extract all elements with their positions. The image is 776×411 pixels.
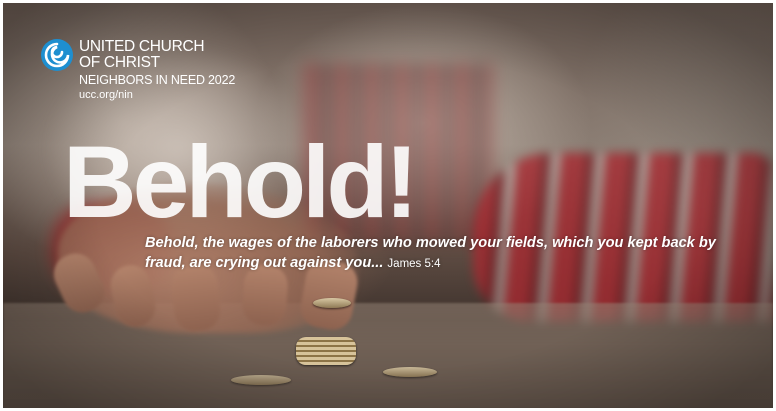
scripture-verse: Behold, the wages of the laborers who mo…	[145, 233, 745, 274]
org-name-line2: OF CHRIST	[79, 53, 160, 71]
org-name-line1: UNITED CHURCH	[79, 38, 205, 55]
verse-citation: James 5:4	[387, 258, 441, 270]
campaign-name: NEIGHBORS IN NEED 2022	[79, 73, 236, 87]
headline: Behold!	[63, 125, 419, 239]
ucc-logo: UNITED CHURCH OF CHRIST NEIGHBORS IN NEE…	[41, 39, 235, 101]
campaign-url: ucc.org/nin	[79, 88, 133, 101]
ucc-swirl-icon	[41, 39, 73, 71]
poster: UNITED CHURCH OF CHRIST NEIGHBORS IN NEE…	[3, 3, 773, 408]
